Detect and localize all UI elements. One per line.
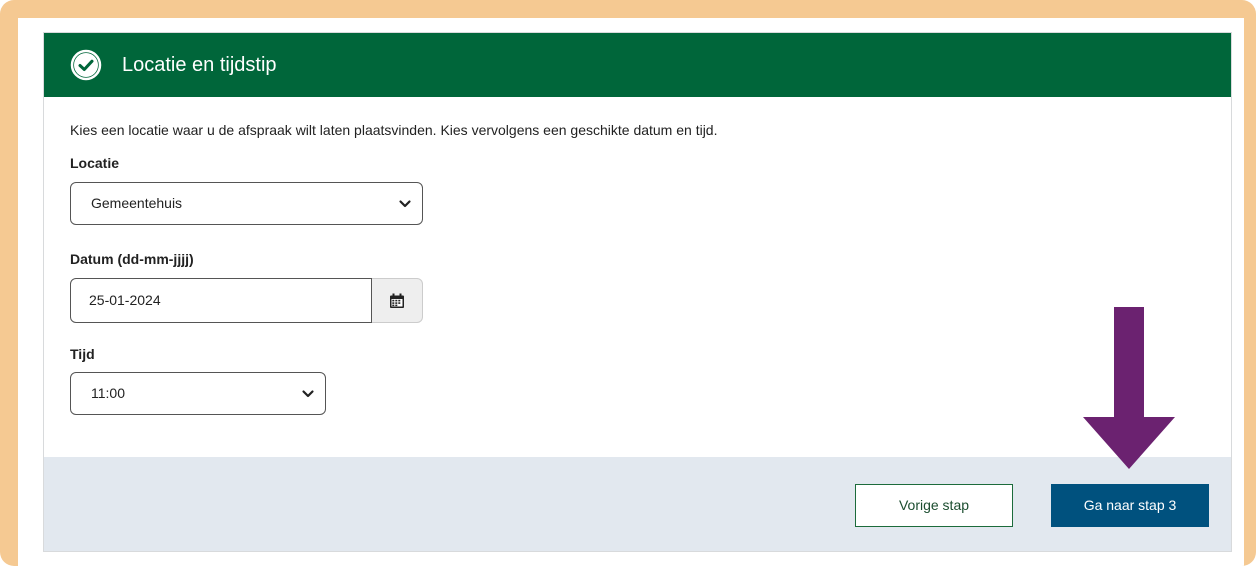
form-footer: Vorige stap Ga naar stap 3	[44, 457, 1231, 551]
calendar-button[interactable]	[372, 278, 423, 323]
chevron-down-icon	[302, 390, 314, 398]
locatie-select[interactable]: Gemeentehuis	[70, 182, 423, 225]
check-circle-icon	[70, 49, 102, 81]
tijd-select[interactable]: 11:00	[70, 372, 326, 415]
appointment-step-card: Locatie en tijdstip Kies een locatie waa…	[43, 32, 1232, 552]
datum-input[interactable]: 25-01-2024	[70, 278, 372, 323]
locatie-selected-value: Gemeentehuis	[91, 195, 183, 211]
datum-label: Datum (dd-mm-jjjj)	[70, 251, 194, 267]
tijd-label: Tijd	[70, 346, 95, 362]
datum-value: 25-01-2024	[89, 292, 161, 308]
section-title: Locatie en tijdstip	[122, 54, 277, 76]
intro-text: Kies een locatie waar u de afspraak wilt…	[70, 122, 718, 138]
previous-step-button[interactable]: Vorige stap	[855, 484, 1013, 527]
section-header: Locatie en tijdstip	[44, 33, 1231, 97]
next-step-button[interactable]: Ga naar stap 3	[1051, 484, 1209, 527]
arrow-down-icon	[1083, 307, 1175, 469]
chevron-down-icon	[399, 200, 411, 208]
tijd-selected-value: 11:00	[91, 385, 125, 401]
calendar-icon	[390, 293, 404, 308]
locatie-label: Locatie	[70, 155, 120, 171]
